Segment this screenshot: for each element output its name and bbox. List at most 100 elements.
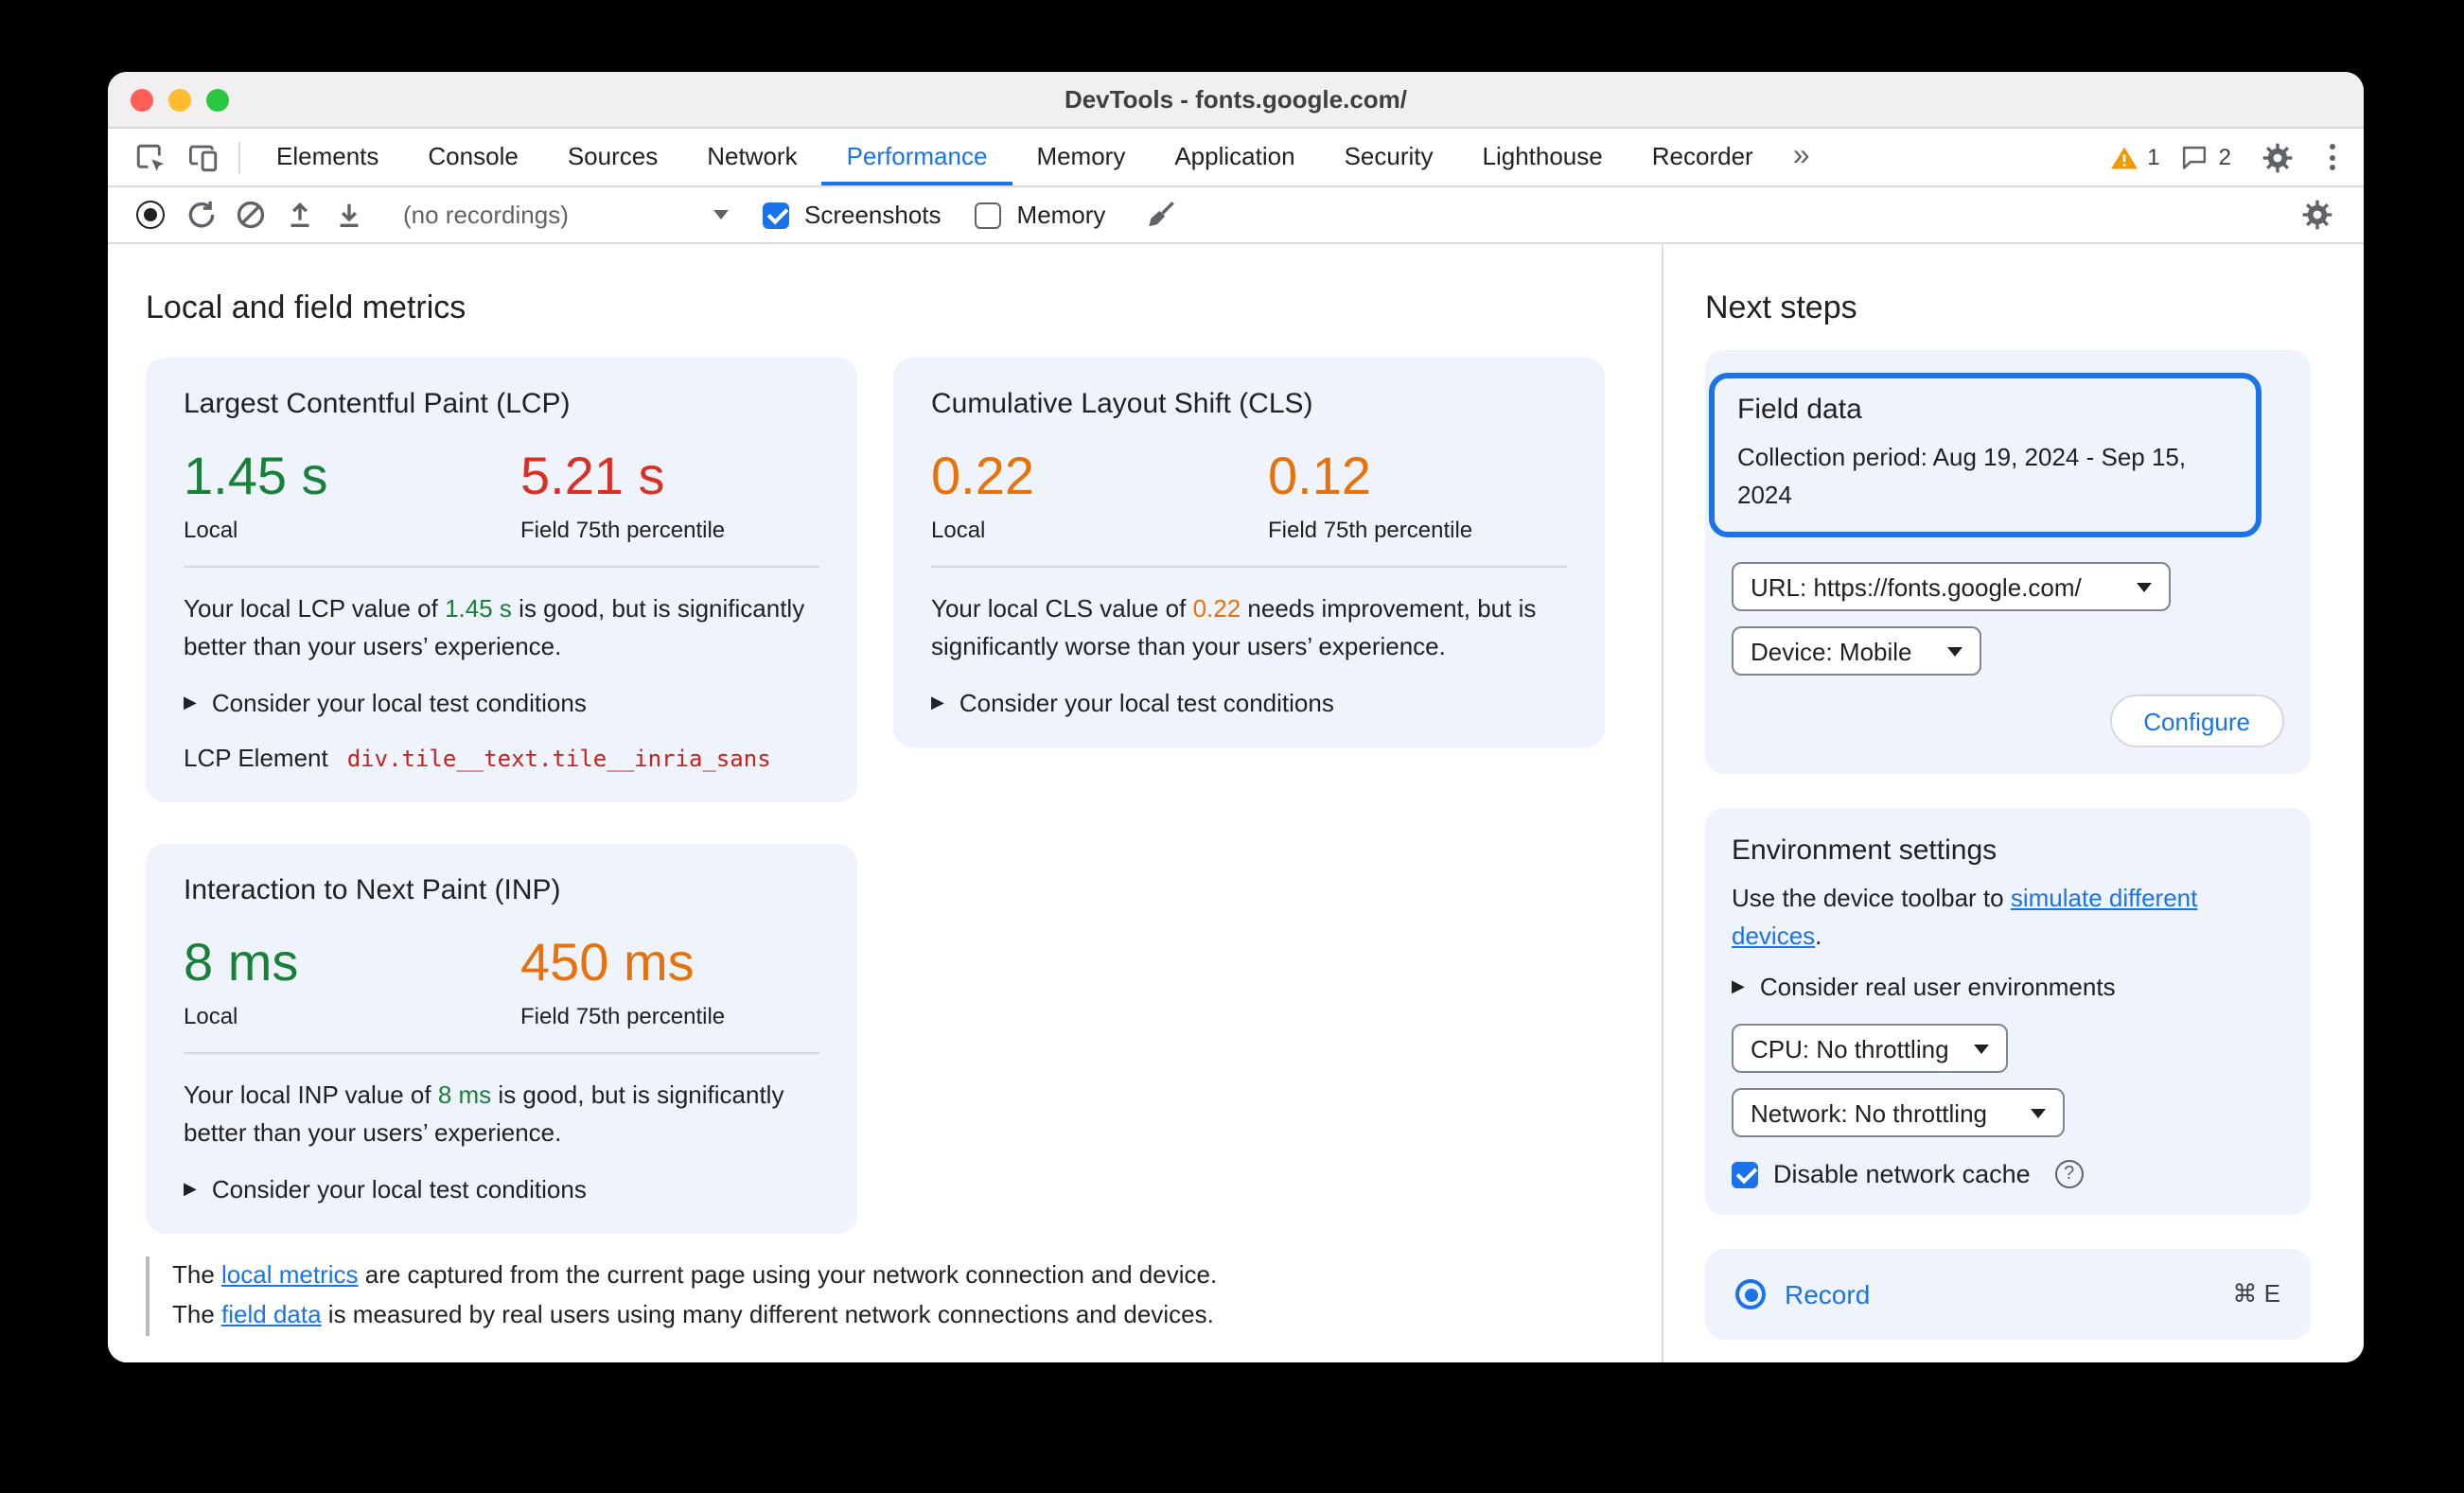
inp-inline-value: 8 ms — [437, 1080, 492, 1109]
lcp-test-conditions-disclosure[interactable]: ▶ Consider your local test conditions — [184, 689, 819, 717]
capture-settings-gear-icon[interactable] — [2292, 192, 2341, 237]
fullscreen-window-button[interactable] — [206, 88, 229, 111]
lcp-element-link[interactable]: div.tile__text.tile__inria_sans — [347, 746, 771, 772]
tab-elements[interactable]: Elements — [252, 129, 403, 185]
device-toolbar-icon[interactable] — [178, 134, 227, 180]
cls-values-row: 0.22 Local 0.12 Field 75th percentile — [931, 447, 1567, 568]
save-profile-icon[interactable] — [324, 192, 373, 237]
record-button[interactable] — [136, 201, 165, 229]
device-select[interactable]: Device: Mobile — [1732, 626, 1981, 676]
cpu-select-value: CPU: No throttling — [1751, 1034, 1949, 1063]
disable-network-cache-checkbox[interactable]: Disable network cache ? — [1732, 1160, 2284, 1188]
tab-sources[interactable]: Sources — [543, 129, 682, 185]
cls-field-label: Field 75th percentile — [1268, 516, 1473, 543]
cls-local-value: 0.22 — [931, 447, 1034, 505]
issues-badge[interactable]: 2 — [2181, 143, 2231, 171]
warning-icon — [2110, 146, 2138, 168]
configure-button[interactable]: Configure — [2109, 694, 2284, 747]
record-cta-card[interactable]: Record ⌘ E — [1705, 1249, 2311, 1340]
load-profile-icon[interactable] — [274, 192, 324, 237]
tab-security[interactable]: Security — [1320, 129, 1458, 185]
record-radio-icon — [1735, 1279, 1766, 1309]
record-cta-label: Record — [1785, 1279, 1871, 1309]
clear-icon[interactable] — [225, 192, 274, 237]
chevron-down-icon — [1947, 646, 1962, 656]
issues-icon — [2183, 145, 2207, 168]
checkbox-unchecked-icon — [975, 202, 1002, 228]
field-data-link[interactable]: field data — [221, 1300, 322, 1328]
collect-garbage-broom-icon[interactable] — [1135, 192, 1185, 237]
url-select-value: URL: https://fonts.google.com/ — [1751, 572, 2082, 601]
inp-test-conditions-disclosure[interactable]: ▶ Consider your local test conditions — [184, 1175, 819, 1203]
tab-recorder[interactable]: Recorder — [1628, 129, 1778, 185]
lcp-field-label: Field 75th percentile — [520, 516, 726, 543]
devtools-window: DevTools - fonts.google.com/ Elements Co… — [108, 72, 2364, 1362]
window-title: DevTools - fonts.google.com/ — [1064, 85, 1408, 114]
tab-application[interactable]: Application — [1150, 129, 1319, 185]
devtools-tab-bar: Elements Console Sources Network Perform… — [108, 129, 2364, 187]
record-shortcut: ⌘ E — [2232, 1279, 2280, 1308]
tab-network[interactable]: Network — [682, 129, 821, 185]
next-steps-sidebar: Next steps Field data Collection period:… — [1663, 244, 2364, 1362]
lcp-card-title: Largest Contentful Paint (LCP) — [184, 388, 571, 420]
divider — [238, 141, 240, 173]
disclosure-triangle-icon: ▶ — [184, 693, 197, 712]
cls-test-conditions-disclosure[interactable]: ▶ Consider your local test conditions — [931, 689, 1567, 717]
network-select-value: Network: No throttling — [1751, 1098, 1987, 1127]
inp-disclosure-label: Consider your local test conditions — [211, 1175, 587, 1204]
inp-field-label: Field 75th percentile — [520, 1002, 726, 1029]
inspect-element-icon[interactable] — [125, 134, 174, 180]
local-metrics-link[interactable]: local metrics — [221, 1261, 359, 1290]
inp-field-value: 450 ms — [520, 933, 695, 992]
tab-memory[interactable]: Memory — [1012, 129, 1150, 185]
close-window-button[interactable] — [131, 88, 153, 111]
disclosure-triangle-icon: ▶ — [184, 1179, 197, 1199]
disable-network-cache-label: Disable network cache — [1773, 1160, 2031, 1188]
warnings-badge[interactable]: 1 — [2109, 144, 2160, 170]
real-user-environments-disclosure[interactable]: ▶ Consider real user environments — [1732, 973, 2284, 1001]
environment-settings-title: Environment settings — [1732, 834, 1998, 867]
field-data-card: Field data Collection period: Aug 19, 20… — [1705, 350, 2311, 774]
settings-gear-icon[interactable] — [2252, 134, 2301, 180]
warning-count: 1 — [2147, 144, 2160, 170]
lcp-inline-value: 1.45 s — [445, 593, 512, 623]
collection-period: Collection period: Aug 19, 2024 - Sep 15… — [1737, 443, 2187, 508]
checkbox-checked-icon — [1732, 1161, 1758, 1187]
minimize-window-button[interactable] — [168, 88, 191, 111]
tab-performance[interactable]: Performance — [821, 129, 1012, 185]
more-tabs-icon[interactable]: » — [1778, 129, 1825, 185]
page-title: Local and field metrics — [146, 290, 466, 325]
lcp-card: Largest Contentful Paint (LCP) 1.45 s Lo… — [146, 358, 857, 803]
lcp-field-value: 5.21 s — [520, 447, 665, 505]
cls-card: Cumulative Layout Shift (CLS) 0.22 Local… — [893, 358, 1605, 748]
help-question-icon[interactable]: ? — [2054, 1160, 2084, 1188]
cls-disclosure-label: Consider your local test conditions — [959, 689, 1334, 718]
memory-label: Memory — [1016, 201, 1106, 229]
cls-card-title: Cumulative Layout Shift (CLS) — [931, 388, 1313, 420]
tab-console[interactable]: Console — [403, 129, 542, 185]
chevron-down-icon — [2137, 582, 2152, 591]
lcp-description: Your local LCP value of 1.45 s is good, … — [184, 593, 805, 660]
cls-local-label: Local — [931, 516, 986, 543]
screenshots-checkbox[interactable]: Screenshots — [763, 201, 942, 229]
traffic-lights — [131, 72, 229, 127]
performance-panel-content: Local and field metrics Largest Contentf… — [108, 244, 2364, 1362]
memory-checkbox[interactable]: Memory — [975, 201, 1106, 229]
more-options-kebab-icon[interactable] — [2322, 144, 2343, 170]
device-select-value: Device: Mobile — [1751, 637, 1912, 665]
url-select[interactable]: URL: https://fonts.google.com/ — [1732, 562, 2171, 611]
window-titlebar[interactable]: DevTools - fonts.google.com/ — [108, 72, 2364, 129]
network-throttling-select[interactable]: Network: No throttling — [1732, 1088, 2065, 1137]
sidebar-heading: Next steps — [1705, 290, 1857, 325]
tab-lighthouse[interactable]: Lighthouse — [1458, 129, 1628, 185]
lcp-local-label: Local — [184, 516, 238, 543]
field-data-title: Field data — [1737, 394, 1862, 426]
cpu-throttling-select[interactable]: CPU: No throttling — [1732, 1024, 2008, 1073]
chevron-down-icon — [713, 210, 729, 220]
metrics-footnote: The local metrics are captured from the … — [146, 1256, 1612, 1336]
inp-local-value: 8 ms — [184, 933, 299, 992]
lcp-element-label: LCP Element — [184, 744, 328, 773]
reload-and-record-icon[interactable] — [176, 192, 225, 237]
recordings-select[interactable]: (no recordings) — [403, 201, 729, 229]
checkbox-checked-icon — [763, 202, 789, 228]
